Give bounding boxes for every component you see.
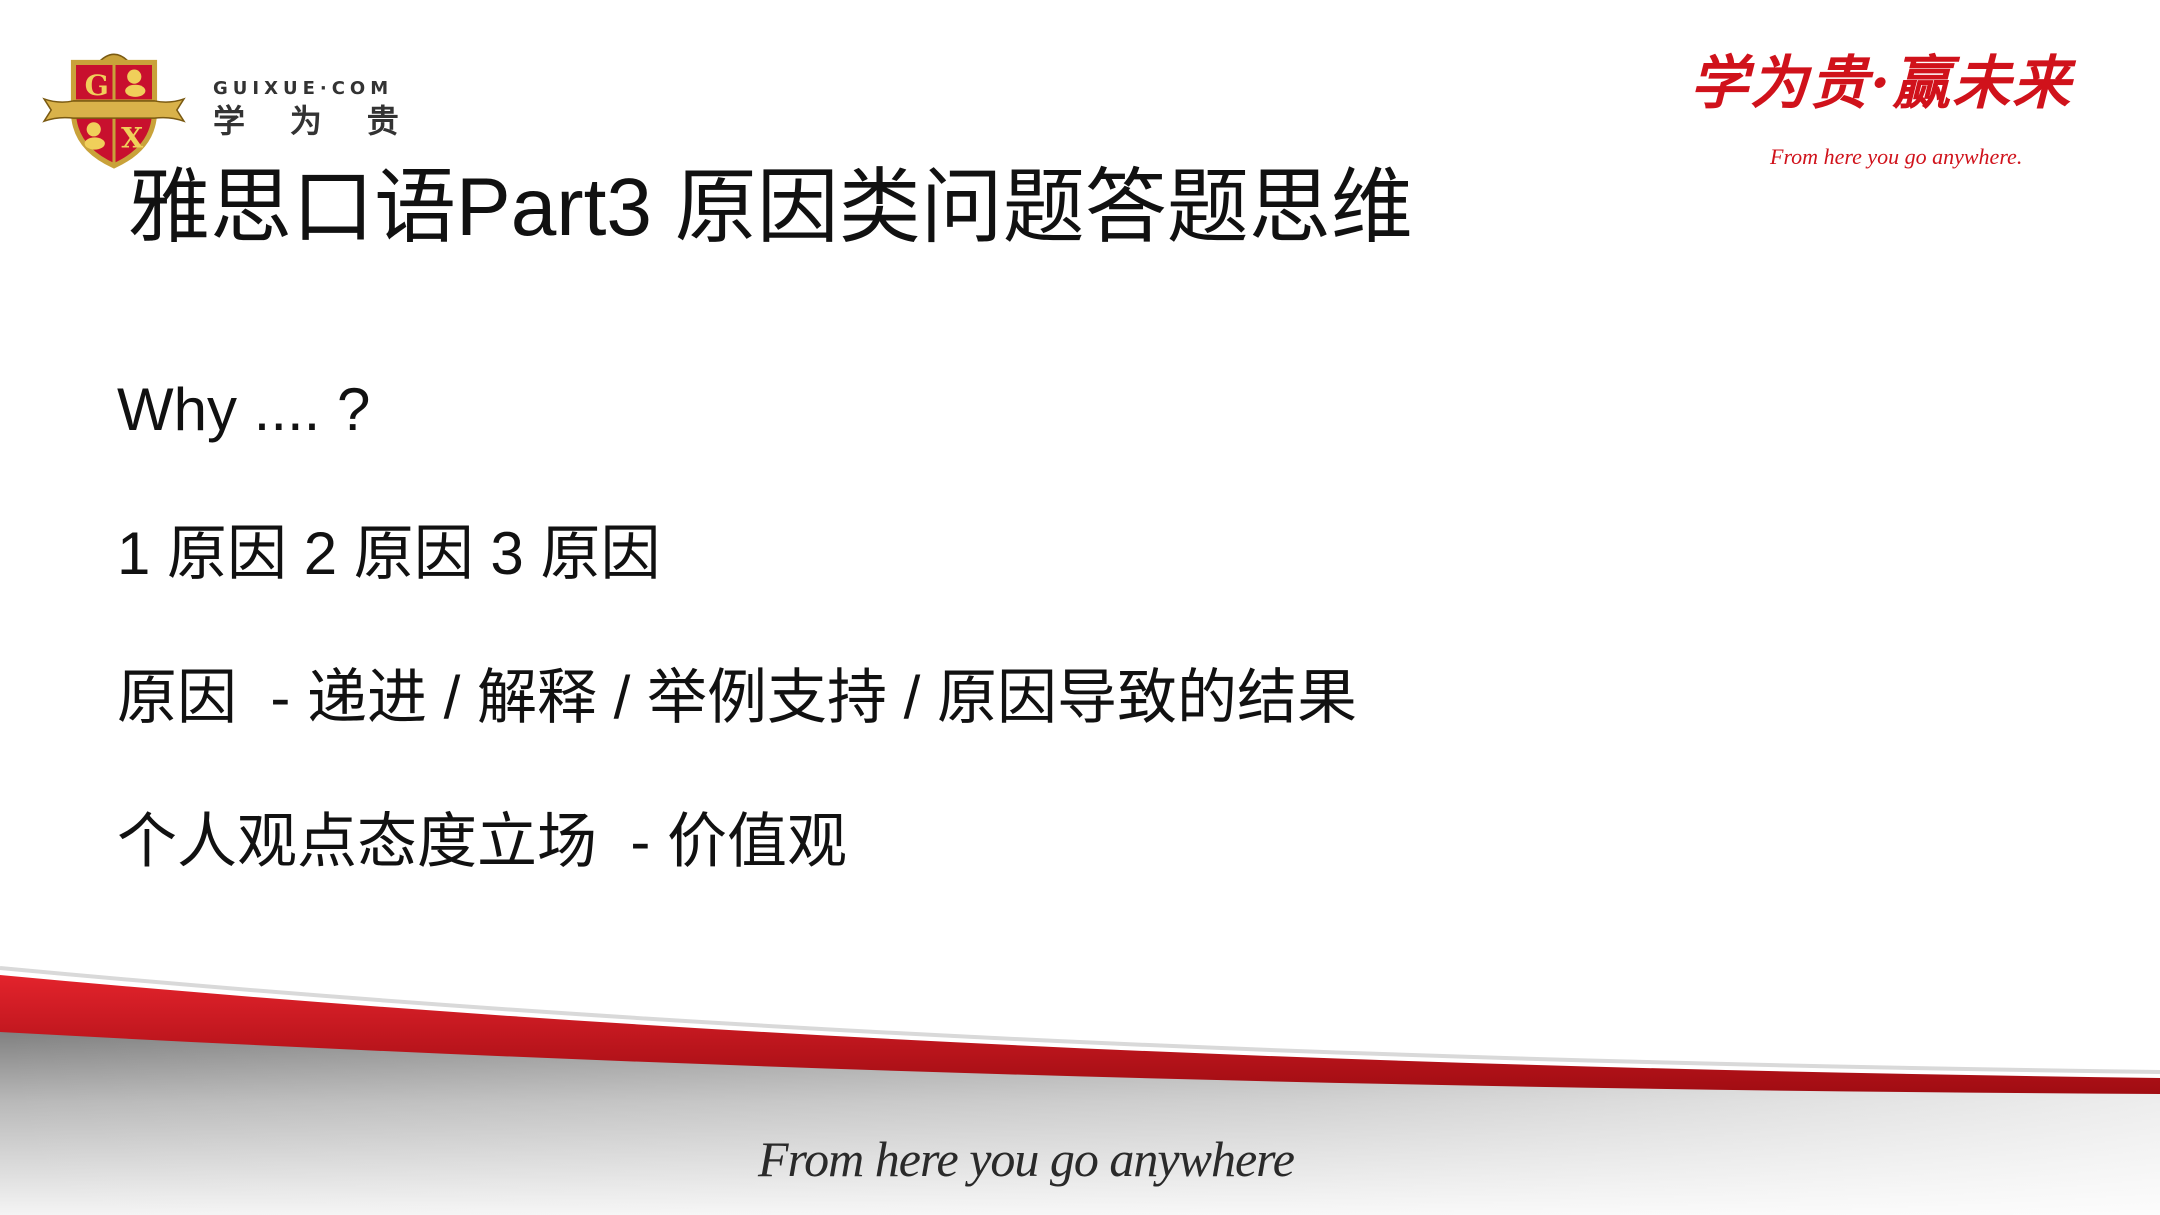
shield-letter-g: G — [85, 68, 109, 102]
bullet-line-why: Why .... ? — [117, 376, 371, 443]
slogan-main: 学为贵·赢未来 — [1690, 49, 2073, 117]
logo-site-text: GUIXUE·COM — [213, 78, 394, 99]
slogan-sub: From here you go anywhere. — [1770, 144, 2023, 169]
footer-tagline: From here you go anywhere — [758, 1131, 1295, 1187]
bullet-line-reason-development: 原因 - 递进 / 解释 / 举例支持 / 原因导致的结果 — [117, 664, 1358, 731]
bullet-line-personal-view: 个人观点态度立场 - 价值观 — [117, 808, 847, 875]
slide-title: 雅思口语Part3 原因类问题答题思维 — [128, 162, 1413, 253]
guixue-logo-shield: G X — [42, 53, 186, 169]
shield-letter-x: X — [121, 121, 143, 155]
logo-brand-name: 学 为 贵 — [213, 103, 417, 139]
bullet-line-reasons: 1 原因 2 原因 3 原因 — [117, 520, 661, 587]
shield-banner — [42, 97, 186, 123]
